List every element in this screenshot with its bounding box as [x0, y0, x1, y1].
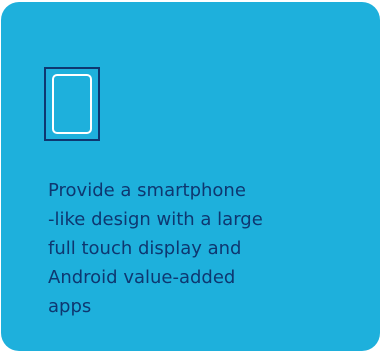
- feature-description-line: -like design with a large: [48, 209, 263, 230]
- feature-description-line: Android value-added: [48, 267, 236, 288]
- feature-description-line: Provide a smartphone: [48, 180, 246, 201]
- feature-description-line: apps: [48, 296, 92, 317]
- smartphone-icon-frame: [46, 69, 98, 139]
- feature-description: Provide a smartphone -like design with a…: [48, 176, 348, 321]
- smartphone-icon: [44, 67, 100, 141]
- feature-card: Provide a smartphone -like design with a…: [1, 2, 380, 351]
- smartphone-outline: [52, 74, 92, 134]
- feature-description-line: full touch display and: [48, 238, 242, 259]
